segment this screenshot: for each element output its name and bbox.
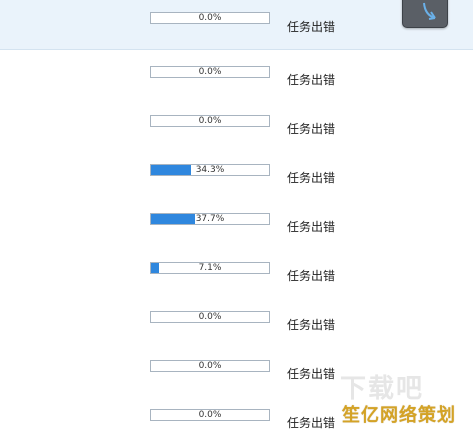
- task-row[interactable]: 34.3% 任务出错: [0, 153, 473, 202]
- task-row[interactable]: 0.0% 任务出错: [0, 55, 473, 104]
- progress-percent: 0.0%: [198, 67, 222, 77]
- watermark-logo: 下载吧 笙亿网络策划: [332, 368, 470, 430]
- task-row[interactable]: 37.7% 任务出错: [0, 202, 473, 251]
- task-status: 任务出错: [287, 20, 336, 34]
- watermark-top-text: 下载吧: [340, 374, 425, 404]
- task-row[interactable]: 7.1% 任务出错: [0, 251, 473, 300]
- progress-percent: 0.0%: [198, 312, 222, 322]
- progress-bar: 0.0%: [150, 115, 270, 127]
- progress-percent: 0.0%: [198, 361, 222, 371]
- task-status: 任务出错: [287, 171, 336, 185]
- progress-bar: 37.7%: [150, 213, 270, 225]
- progress-percent: 0.0%: [198, 13, 222, 23]
- download-task-list: 0.0% 任务出错 0.0% 任务出错 0.0% 任务出错 34.3% 任务出错: [0, 0, 473, 432]
- watermark-bottom-text: 笙亿网络策划: [342, 405, 456, 426]
- task-row[interactable]: 0.0% 任务出错: [0, 0, 473, 50]
- progress-bar: 0.0%: [150, 311, 270, 323]
- task-status: 任务出错: [287, 318, 336, 332]
- progress-bar: 0.0%: [150, 66, 270, 78]
- task-row[interactable]: 0.0% 任务出错: [0, 300, 473, 349]
- progress-bar: 34.3%: [150, 164, 270, 176]
- refresh-button[interactable]: [402, 0, 448, 28]
- task-status: 任务出错: [287, 220, 336, 234]
- task-row[interactable]: 0.0% 任务出错: [0, 104, 473, 153]
- task-status: 任务出错: [287, 73, 336, 87]
- progress-bar: 0.0%: [150, 409, 270, 421]
- progress-percent: 34.3%: [195, 165, 225, 175]
- progress-bar: 0.0%: [150, 360, 270, 372]
- progress-percent: 37.7%: [195, 214, 225, 224]
- progress-percent: 0.0%: [198, 410, 222, 420]
- task-status: 任务出错: [287, 122, 336, 136]
- task-status: 任务出错: [287, 416, 336, 430]
- task-status: 任务出错: [287, 269, 336, 283]
- progress-percent: 7.1%: [198, 263, 222, 273]
- task-status: 任务出错: [287, 367, 336, 381]
- progress-percent: 0.0%: [198, 116, 222, 126]
- refresh-icon: [423, 2, 436, 20]
- progress-bar: 7.1%: [150, 262, 270, 274]
- progress-bar: 0.0%: [150, 12, 270, 24]
